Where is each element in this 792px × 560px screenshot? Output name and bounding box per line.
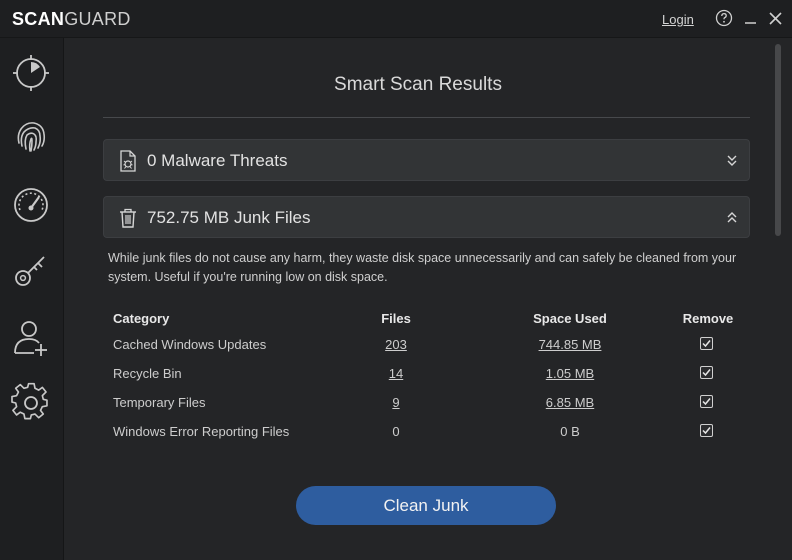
fingerprint-icon: [17, 122, 46, 152]
row-category: Temporary Files: [113, 395, 206, 410]
table-row: Windows Error Reporting Files 0 0 B: [113, 424, 753, 444]
checkmark-icon: [702, 427, 711, 435]
sidebar-item-fingerprint[interactable]: [10, 115, 52, 157]
chevron-up-icon: [725, 210, 739, 224]
checkmark-icon: [702, 398, 711, 406]
key-icon: [15, 256, 45, 286]
row-category: Windows Error Reporting Files: [113, 424, 290, 439]
chevron-down-icon: [725, 153, 739, 167]
page-title: Smart Scan Results: [334, 74, 502, 95]
table-row: Recycle Bin 14 1.05 MB: [113, 366, 753, 386]
remove-checkbox[interactable]: [700, 395, 713, 408]
row-space-link[interactable]: 744.85 MB: [505, 337, 635, 352]
remove-checkbox[interactable]: [700, 337, 713, 350]
trash-icon: [118, 207, 138, 229]
remove-checkbox[interactable]: [700, 366, 713, 379]
junk-files-panel[interactable]: 752.75 MB Junk Files: [103, 196, 750, 238]
junk-description: While junk files do not cause any harm, …: [108, 251, 737, 284]
help-icon[interactable]: [714, 8, 734, 28]
sidebar: [0, 38, 64, 560]
logo-bold-text: SCAN: [12, 9, 65, 29]
row-files-link[interactable]: 203: [355, 337, 437, 352]
malware-file-icon: [118, 150, 138, 172]
sidebar-item-speedometer[interactable]: [10, 184, 52, 226]
sidebar-item-scan[interactable]: [10, 52, 52, 94]
sidebar-item-settings[interactable]: [10, 382, 52, 424]
app-logo: SCANGUARD: [12, 9, 131, 30]
table-row: Temporary Files 9 6.85 MB: [113, 395, 753, 415]
scan-dial-icon: [13, 55, 49, 91]
title-bar: SCANGUARD Login: [0, 0, 792, 38]
login-link[interactable]: Login: [662, 12, 694, 27]
row-space: 0 B: [560, 424, 580, 439]
sidebar-item-add-user[interactable]: [10, 317, 52, 359]
scrollbar[interactable]: [775, 44, 781, 236]
gear-icon: [11, 382, 48, 420]
checkmark-icon: [702, 340, 711, 348]
header-remove: Remove: [682, 311, 734, 326]
clean-junk-button[interactable]: Clean Junk: [296, 486, 556, 525]
table-row: Cached Windows Updates 203 744.85 MB: [113, 337, 753, 357]
sidebar-item-password-manager[interactable]: [10, 249, 52, 291]
malware-threats-panel[interactable]: 0 Malware Threats: [103, 139, 750, 181]
row-space-link[interactable]: 1.05 MB: [505, 366, 635, 381]
row-files: 0: [392, 424, 400, 439]
malware-threats-label: 0 Malware Threats: [147, 151, 288, 170]
row-files-link[interactable]: 9: [355, 395, 437, 410]
checkmark-icon: [702, 369, 711, 377]
speedometer-icon: [14, 188, 48, 222]
add-user-icon: [14, 321, 47, 356]
row-files-link[interactable]: 14: [355, 366, 437, 381]
close-icon[interactable]: [766, 8, 786, 28]
junk-table-header: Category Files Space Used Remove: [113, 311, 753, 331]
junk-files-label: 752.75 MB Junk Files: [147, 208, 311, 227]
row-category: Cached Windows Updates: [113, 337, 267, 352]
header-space-used: Space Used: [533, 311, 607, 326]
row-space-link[interactable]: 6.85 MB: [505, 395, 635, 410]
remove-checkbox[interactable]: [700, 424, 713, 437]
header-category: Category: [113, 311, 170, 326]
logo-light-text: GUARD: [64, 9, 131, 29]
row-category: Recycle Bin: [113, 366, 182, 381]
header-files: Files: [381, 311, 411, 326]
minimize-icon[interactable]: [741, 8, 761, 28]
title-divider: [103, 117, 750, 118]
